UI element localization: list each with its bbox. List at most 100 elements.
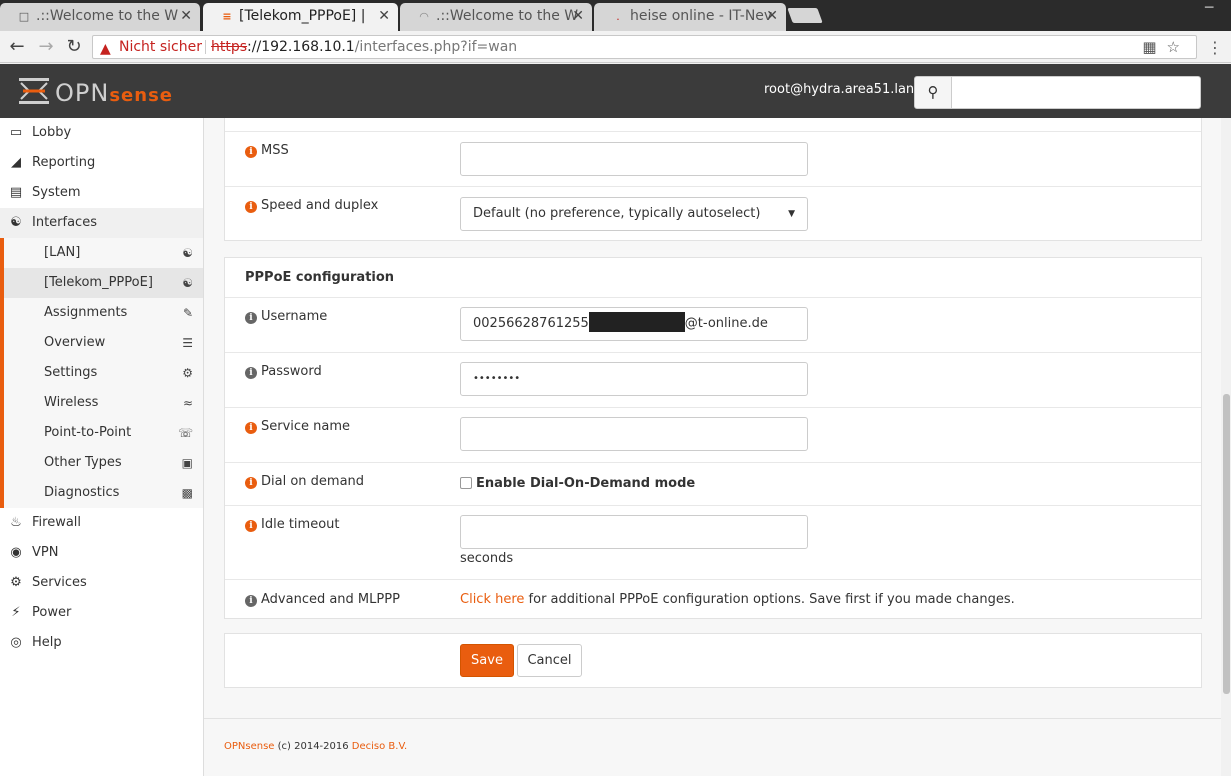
reload-icon[interactable]: ↻ (63, 36, 85, 58)
caret-down-icon: ▼ (788, 209, 795, 219)
heise-favicon-icon: ․ (616, 10, 620, 23)
scrollbar-thumb[interactable] (1223, 394, 1230, 694)
browser-menu-icon[interactable]: ⋮ (1207, 38, 1223, 57)
tab-title: [Telekom_PPPoE] | (239, 8, 366, 24)
click-here-link[interactable]: Click here (460, 592, 524, 607)
sitemap-icon: ☯ (182, 276, 193, 290)
security-warning[interactable]: Nicht sicher (119, 36, 202, 58)
sidebar-item-telekom-pppoe[interactable]: [Telekom_PPPoE] ☯ (4, 268, 203, 298)
user-name[interactable]: root@hydra.area51.lan (764, 82, 914, 97)
info-icon[interactable]: i (245, 312, 257, 324)
sidebar-item-label: Overview (44, 335, 106, 350)
sidebar-item-lobby[interactable]: ▭ Lobby (0, 118, 203, 148)
server-icon: ▤ (9, 185, 23, 200)
footer-copyright: (c) 2014-2016 (274, 741, 352, 752)
speed-duplex-row: i Speed and duplex Default (no preference… (225, 187, 1201, 240)
cancel-button[interactable]: Cancel (517, 644, 582, 677)
omnibox-divider (205, 40, 206, 54)
forward-arrow-icon[interactable]: → (35, 36, 57, 58)
sidebar-item-services[interactable]: ⚙ Services (0, 568, 203, 598)
sidebar-item-power[interactable]: ⚡ Power (0, 598, 203, 628)
idle-timeout-input[interactable] (460, 515, 808, 549)
speed-duplex-label: i Speed and duplex (245, 198, 378, 213)
logo-sense: sense (109, 85, 173, 106)
sidebar-item-label: Assignments (44, 305, 128, 320)
info-icon[interactable]: i (245, 477, 257, 489)
translate-icon[interactable]: ▦ (1142, 38, 1166, 56)
username-label: i Username (245, 309, 327, 324)
info-icon[interactable]: i (245, 146, 257, 158)
sidebar-item-vpn[interactable]: ◉ VPN (0, 538, 203, 568)
logo-wordmark: OPNsense (55, 79, 173, 107)
info-icon[interactable]: i (245, 520, 257, 532)
close-icon[interactable]: ✕ (180, 3, 192, 29)
sidebar-item-firewall[interactable]: ♨ Firewall (0, 508, 203, 538)
close-icon[interactable]: ✕ (572, 3, 584, 29)
dial-on-demand-label: i Dial on demand (245, 474, 364, 489)
mss-label: i MSS (245, 143, 289, 158)
sidebar-item-other-types[interactable]: Other Types ▣ (4, 448, 203, 478)
save-button[interactable]: Save (460, 644, 514, 677)
sidebar-item-point-to-point[interactable]: Point-to-Point ☏ (4, 418, 203, 448)
username-suffix: @t-online.de (684, 316, 768, 331)
sidebar-item-diagnostics[interactable]: Diagnostics ▩ (4, 478, 203, 508)
username-row: i Username 00256628761255 @t-online.de (225, 298, 1201, 353)
tab-title: .::Welcome to the W (36, 8, 179, 24)
password-input[interactable]: •••••••• (460, 362, 808, 396)
search-icon: ⚲ (927, 83, 939, 101)
username-input[interactable]: 00256628761255 @t-online.de (460, 307, 808, 341)
sidebar-item-assignments[interactable]: Assignments ✎ (4, 298, 203, 328)
dial-on-demand-checkbox-label[interactable]: Enable Dial-On-Demand mode (476, 476, 695, 491)
sidebar-item-label: Interfaces (32, 215, 97, 230)
info-icon[interactable]: i (245, 201, 257, 213)
close-icon[interactable]: ✕ (378, 3, 390, 29)
list-icon: ☰ (182, 336, 193, 350)
dial-on-demand-checkbox[interactable] (460, 477, 472, 489)
plug-icon: ⚡ (11, 605, 21, 620)
minimize-icon[interactable]: ─ (1205, 1, 1219, 15)
address-bar[interactable]: ▲ Nicht sicher https://192.168.10.1/inte… (92, 35, 1197, 59)
password-label: i Password (245, 364, 322, 379)
sidebar-item-label: Power (32, 605, 72, 620)
mss-input[interactable] (460, 142, 808, 176)
back-arrow-icon[interactable]: ← (6, 36, 28, 58)
loading-spinner-icon: ◠ (419, 10, 429, 23)
life-ring-icon: ◎ (10, 635, 22, 650)
url-text[interactable]: https://192.168.10.1/interfaces.php?if=w… (211, 36, 517, 58)
info-icon[interactable]: i (245, 422, 257, 434)
sidebar-item-help[interactable]: ◎ Help (0, 628, 203, 658)
sidebar-item-label: VPN (32, 545, 59, 560)
browser-tab-2[interactable]: ≡ [Telekom_PPPoE] | ✕ (203, 3, 398, 31)
footer-brand-link[interactable]: OPNsense (224, 741, 274, 752)
sidebar-item-overview[interactable]: Overview ☰ (4, 328, 203, 358)
pppoe-header-row: PPPoE configuration (225, 258, 1201, 298)
general-config-panel: i MSS i Speed and duplex Default (no prefe… (224, 118, 1202, 241)
search-input[interactable] (952, 76, 1201, 109)
new-tab-button[interactable] (787, 8, 823, 23)
sidebar-item-reporting[interactable]: ◢ Reporting (0, 148, 203, 178)
sidebar-item-label: Help (32, 635, 62, 650)
sidebar-item-lan[interactable]: [LAN] ☯ (4, 238, 203, 268)
password-row: i Password •••••••• (225, 353, 1201, 408)
area-chart-icon: ◢ (11, 155, 21, 170)
service-name-label: i Service name (245, 419, 350, 434)
info-icon[interactable]: i (245, 595, 257, 607)
close-icon[interactable]: ✕ (766, 3, 778, 29)
sidebar-item-wireless[interactable]: Wireless ≈ (4, 388, 203, 418)
info-icon[interactable]: i (245, 367, 257, 379)
service-name-row: i Service name (225, 408, 1201, 463)
sidebar-item-settings[interactable]: Settings ⚙ (4, 358, 203, 388)
footer-company-link[interactable]: Deciso B.V. (352, 741, 407, 752)
browser-tab-4[interactable]: ․ heise online - IT-Nev ✕ (594, 3, 786, 31)
bookmark-star-icon[interactable]: ☆ (1167, 38, 1190, 56)
sidebar-item-system[interactable]: ▤ System (0, 178, 203, 208)
service-name-input[interactable] (460, 417, 808, 451)
search-button[interactable]: ⚲ (914, 76, 952, 109)
password-label-text: Password (261, 364, 322, 379)
browser-tab-3[interactable]: ◠ .::Welcome to the W ✕ (400, 3, 592, 31)
sitemap-icon: ☯ (182, 246, 193, 260)
speed-duplex-select[interactable]: Default (no preference, typically autose… (460, 197, 808, 231)
sidebar-item-label: Other Types (44, 455, 122, 470)
sidebar-item-interfaces[interactable]: ☯ Interfaces (0, 208, 203, 238)
browser-tab-1[interactable]: □ .::Welcome to the W ✕ (0, 3, 200, 31)
